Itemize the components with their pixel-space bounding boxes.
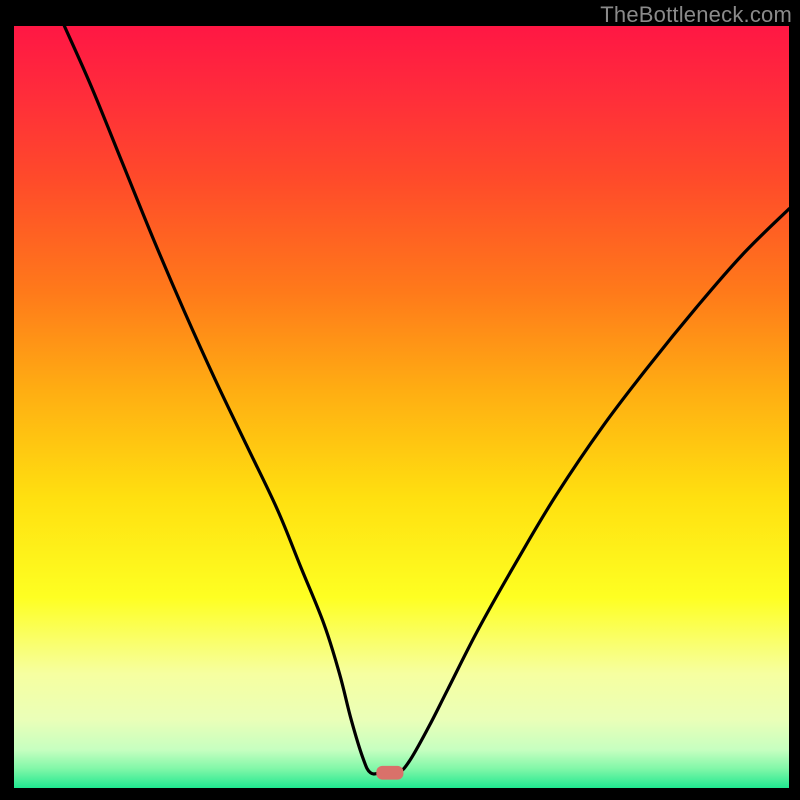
- chart-background: [14, 26, 789, 788]
- chart-frame: [14, 26, 789, 788]
- bottleneck-marker: [376, 766, 403, 780]
- watermark-text: TheBottleneck.com: [600, 2, 792, 28]
- bottleneck-chart: [14, 26, 789, 788]
